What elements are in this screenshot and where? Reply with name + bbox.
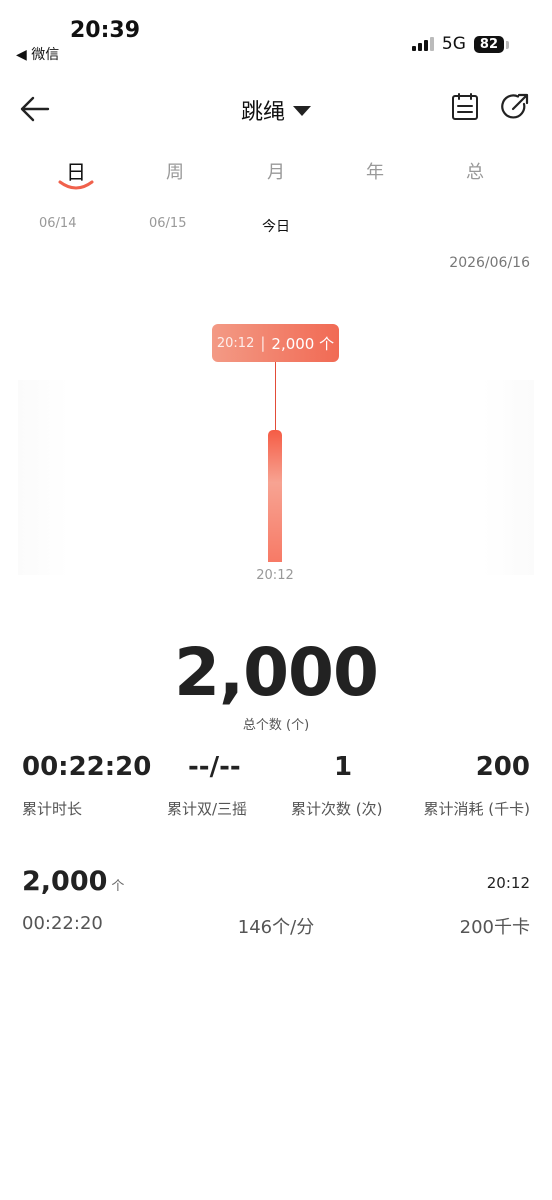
tooltip-value: 2,000 个 [271,334,335,353]
signal-icon [411,37,434,51]
stat-double-triple-label: 累计双/三摇 [167,800,248,818]
page-title: 跳绳 [240,100,285,125]
tooltip-separator: | [260,334,266,352]
active-tab-indicator [58,180,94,190]
stat-sessions-value: 1 [334,752,353,782]
date-today[interactable]: 今日 [262,216,290,236]
chart-bar[interactable] [268,430,282,562]
jump-rope-chart: 20:12 | 2,000 个 20:12 [18,300,534,600]
x-tick-label: 20:12 [256,568,294,583]
tab-week[interactable]: 周 [145,158,205,184]
tooltip-time: 20:12 [216,335,255,351]
status-indicators: 5G 82 [411,34,510,54]
stat-double-triple-value: --/-- [188,752,241,782]
stat-calories-value: 200 [475,752,530,782]
record-calories: 200千卡 [459,917,530,938]
stat-calories-label: 累计消耗 (千卡) [423,800,530,818]
network-type: 5G [441,34,466,54]
date-0614[interactable]: 06/14 [39,216,76,231]
caret-down-icon [293,106,311,116]
back-to-wechat-link[interactable]: ◀ 微信 [16,44,59,64]
calendar-icon[interactable] [450,92,480,122]
chart-tooltip: 20:12 | 2,000 个 [212,324,339,362]
tooltip-pointer-line [275,362,276,432]
battery-icon: 82 [473,35,510,53]
stat-duration-label: 累计时长 [22,800,83,818]
tab-month[interactable]: 月 [246,158,306,184]
tab-year[interactable]: 年 [345,158,405,184]
record-count[interactable]: 2,000 个 [22,866,124,897]
record-count-value: 2,000 [22,866,108,897]
date-0615[interactable]: 06/15 [149,216,186,231]
record-time: 20:12 [486,874,530,892]
total-count-value: 2,000 [174,634,379,711]
tab-total[interactable]: 总 [445,158,505,184]
stat-sessions-label: 累计次数 (次) [291,800,383,818]
current-date: 2026/06/16 [449,255,530,271]
stat-duration-value: 00:22:20 [22,752,152,782]
status-time: 20:39 [70,18,141,43]
share-icon[interactable] [500,92,530,122]
total-count-label: 总个数 (个) [242,718,310,733]
record-count-unit: 个 [111,879,125,894]
